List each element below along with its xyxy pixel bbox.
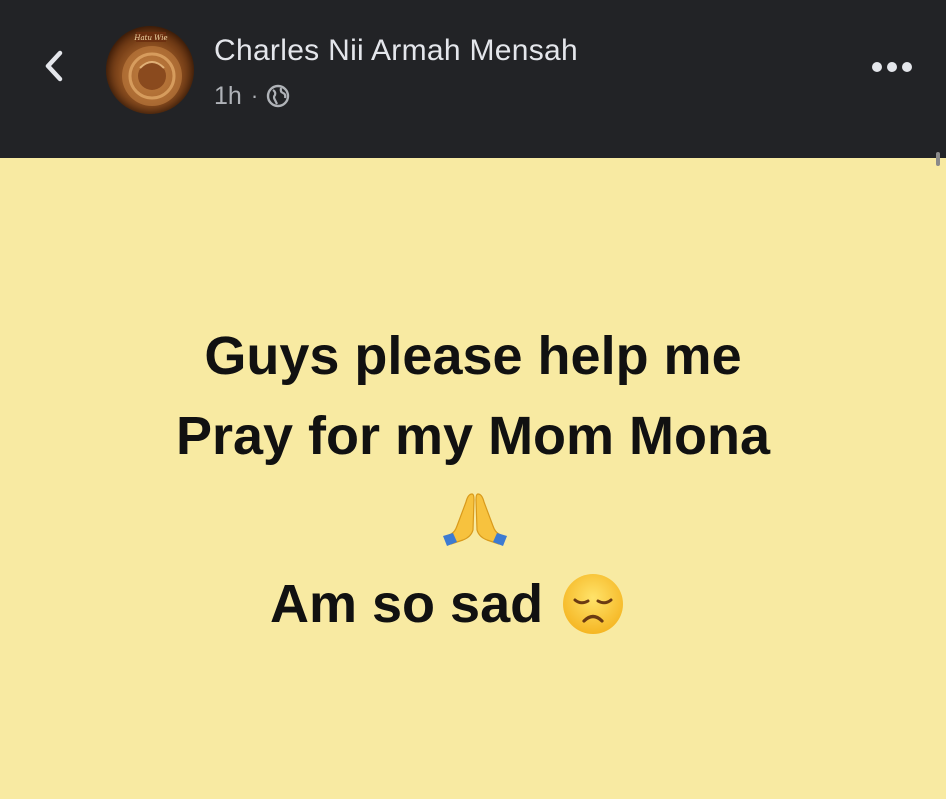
back-button[interactable] <box>34 46 74 86</box>
post-header: Hatu Wie Charles Nii Armah Mensah 1h · <box>0 0 946 158</box>
meta-separator: · <box>250 83 259 108</box>
post-meta: 1h · <box>214 82 290 110</box>
post-text-line-1: Guys please help me <box>204 326 742 386</box>
post-text-line-3: Am so sad <box>270 574 625 634</box>
more-horizontal-icon <box>872 62 912 72</box>
author-name[interactable]: Charles Nii Armah Mensah <box>214 34 578 68</box>
disappointed-face-emoji <box>563 574 624 634</box>
folded-hands-emoji <box>443 493 507 546</box>
avatar-image: Hatu Wie <box>122 32 182 106</box>
chevron-left-icon <box>45 50 63 82</box>
post-content <box>0 158 946 799</box>
post-timestamp[interactable]: 1h <box>214 82 242 111</box>
globe-icon <box>266 84 290 108</box>
scrollbar-thumb[interactable] <box>936 152 940 166</box>
svg-text:Hatu Wie: Hatu Wie <box>133 34 167 42</box>
post-text-line-2: Pray for my Mom Mona <box>175 406 771 466</box>
post-text-line-3-label: Am so sad <box>270 574 544 634</box>
avatar[interactable]: Hatu Wie <box>106 26 194 114</box>
more-options-button[interactable] <box>866 52 918 82</box>
